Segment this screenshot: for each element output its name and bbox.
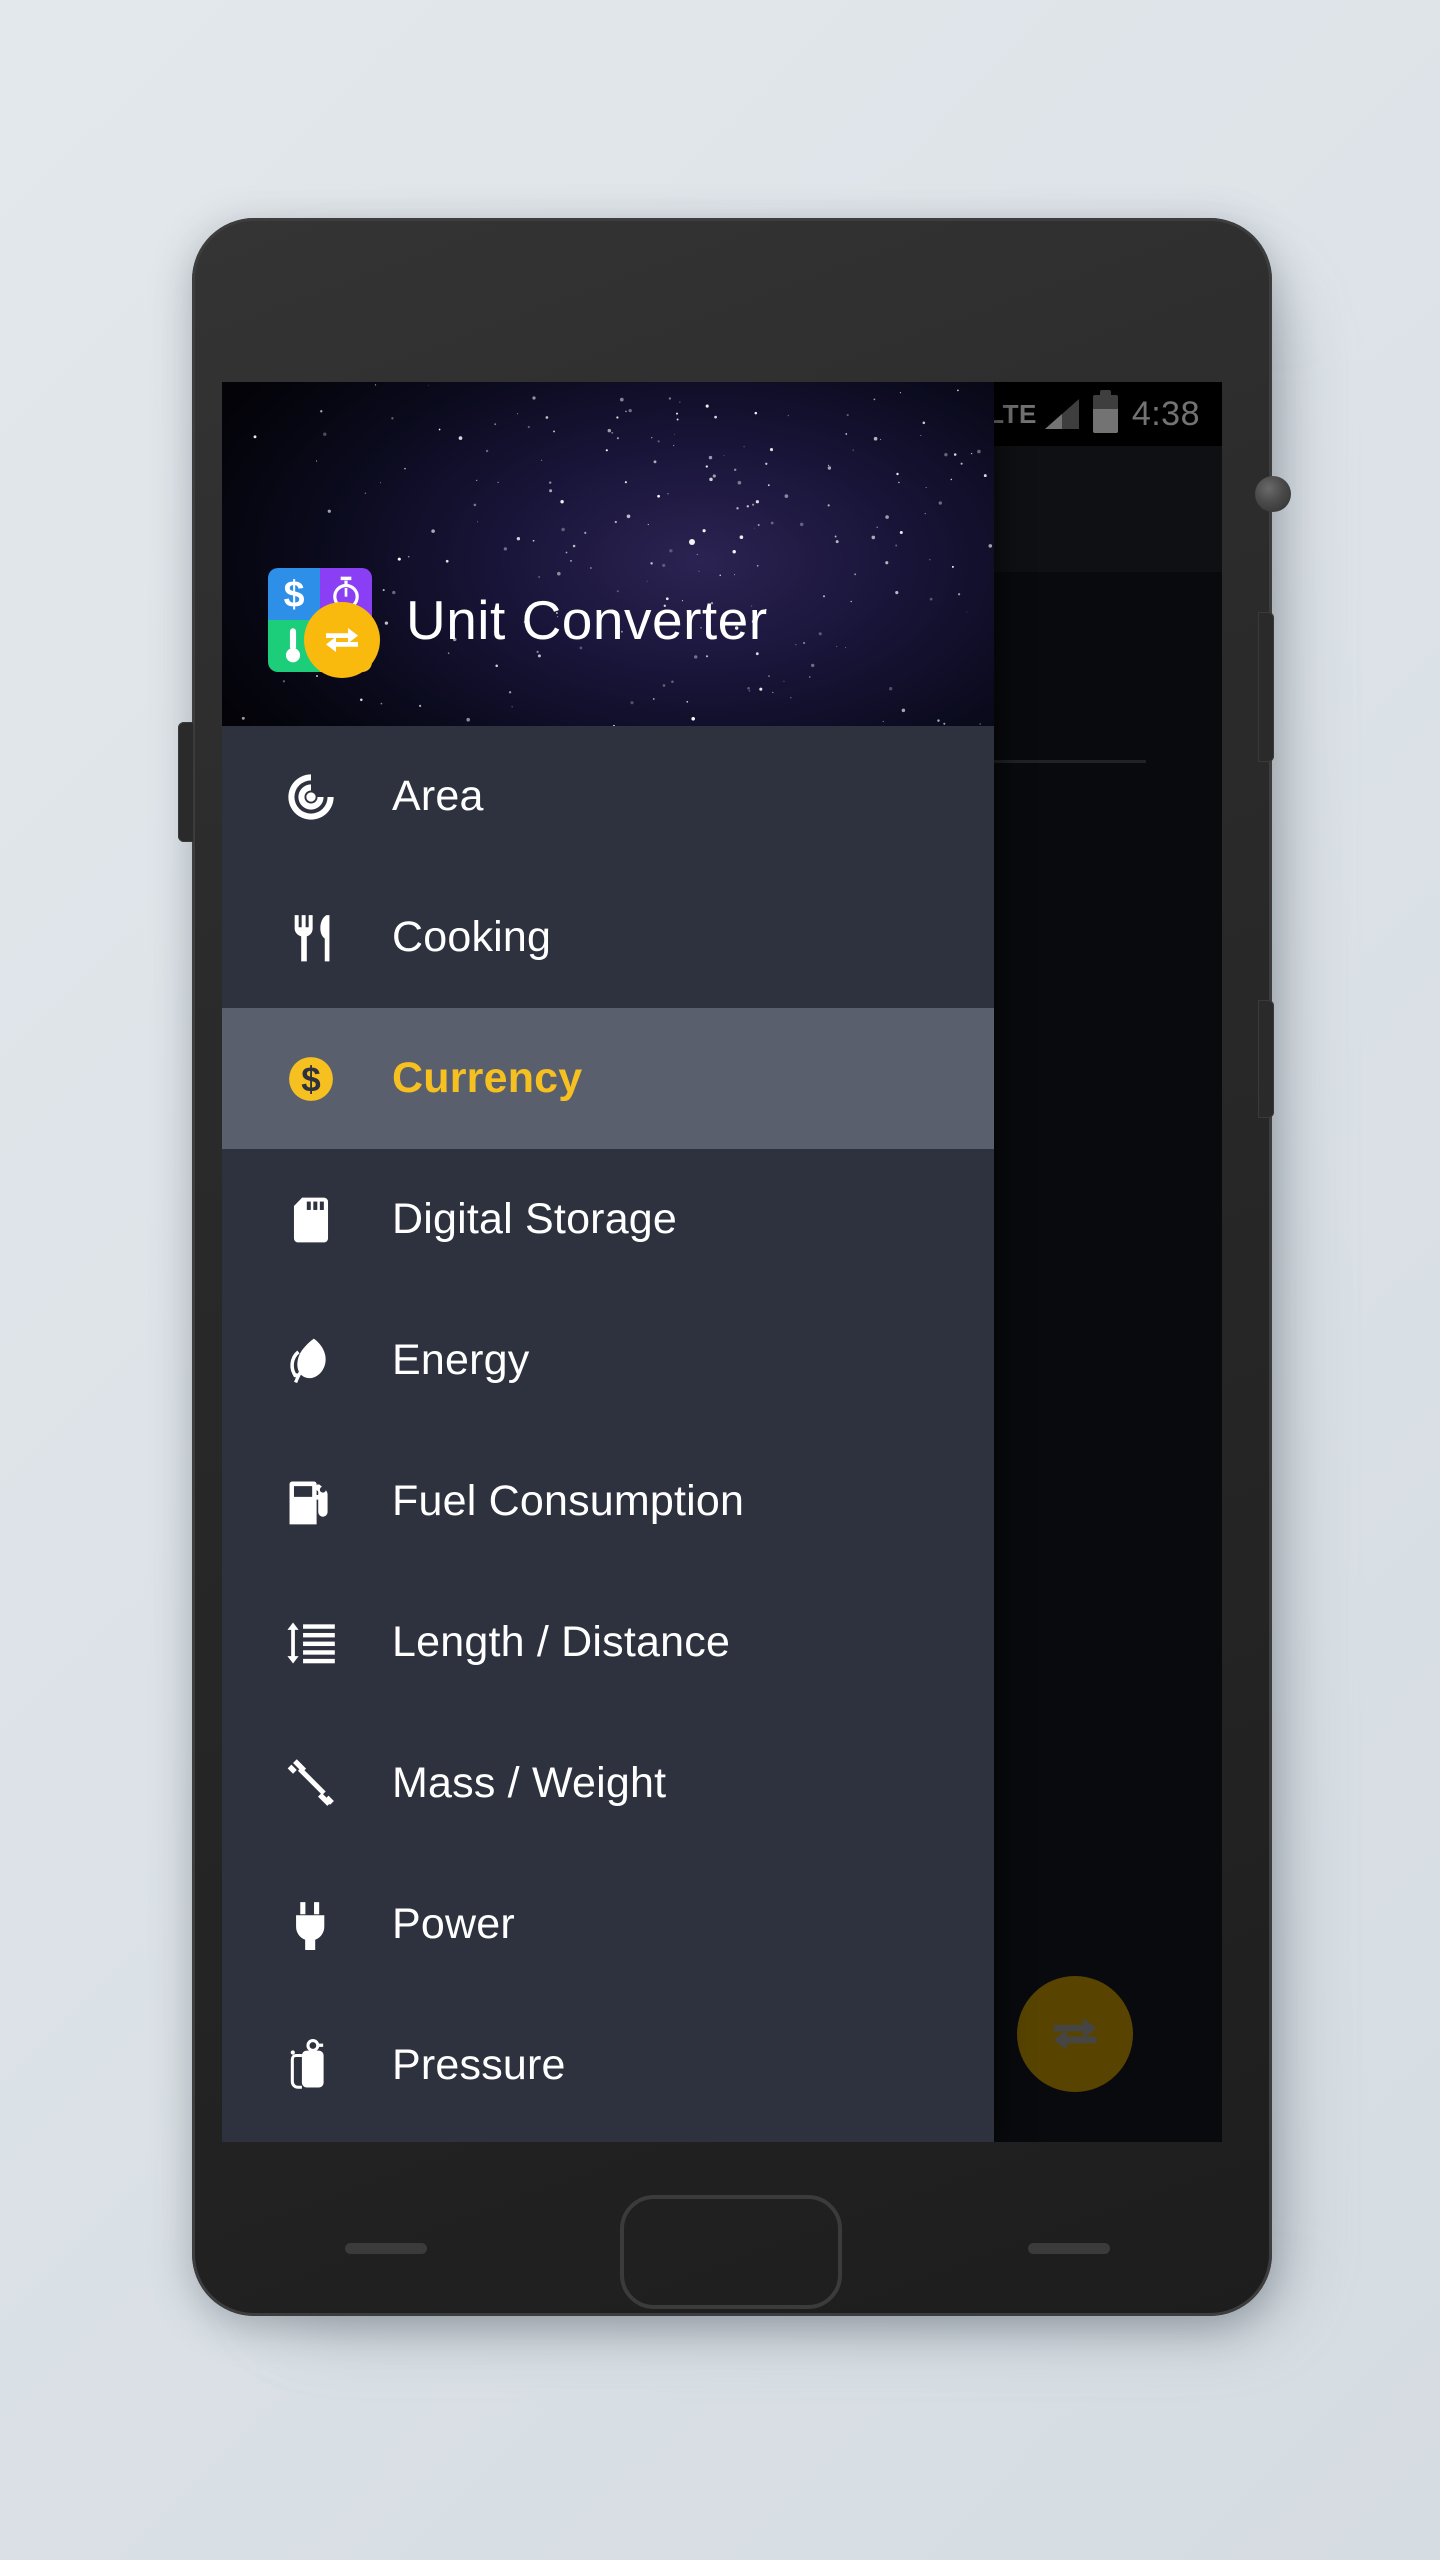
drawer-menu-list: Area Cooking $ Currency Digital Storage Energ… xyxy=(222,726,994,2142)
drawer-item-fuel-consumption[interactable]: Fuel Consumption xyxy=(222,1431,994,1572)
phone-screen: LTE 4:38 011 DollarDollarundealLevDollar… xyxy=(222,382,1222,2142)
unit-converter-logo: $ xyxy=(268,568,380,678)
gas-cylinder-icon xyxy=(268,2038,354,2094)
drawer-item-label: Energy xyxy=(392,1336,530,1384)
drawer-item-length-distance[interactable]: Length / Distance xyxy=(222,1572,994,1713)
drawer-item-digital-storage[interactable]: Digital Storage xyxy=(222,1149,994,1290)
drawer-item-power[interactable]: Power xyxy=(222,1854,994,1995)
drawer-item-label: Power xyxy=(392,1900,515,1948)
drawer-item-label: Pressure xyxy=(392,2041,566,2089)
power-plug-icon xyxy=(268,1897,354,1953)
drawer-item-mass-weight[interactable]: Mass / Weight xyxy=(222,1713,994,1854)
front-camera xyxy=(1255,476,1291,512)
drawer-item-area[interactable]: Area xyxy=(222,726,994,867)
drawer-item-label: Mass / Weight xyxy=(392,1759,667,1807)
navigation-drawer: $ Unit Converter Area Cooking $ Currency… xyxy=(222,382,994,2142)
sd-card-icon xyxy=(268,1192,354,1248)
volume-button[interactable] xyxy=(178,722,194,842)
alert-slider-button[interactable] xyxy=(1258,1000,1274,1118)
drawer-item-cooking[interactable]: Cooking xyxy=(222,867,994,1008)
drawer-header: $ Unit Converter xyxy=(222,382,994,726)
drawer-item-energy[interactable]: Energy xyxy=(222,1290,994,1431)
fuel-pump-icon xyxy=(268,1474,354,1530)
svg-text:$: $ xyxy=(301,1060,320,1099)
dollar-coin-icon: $ xyxy=(268,1051,354,1107)
swap-horizontal-icon xyxy=(326,628,358,652)
home-button[interactable] xyxy=(620,2195,842,2309)
radar-target-icon xyxy=(268,769,354,825)
logo-swap-circle xyxy=(304,602,380,678)
drawer-item-label: Area xyxy=(392,772,484,820)
svg-text:$: $ xyxy=(284,574,305,614)
line-spacing-icon xyxy=(268,1615,354,1671)
app-title: Unit Converter xyxy=(406,589,768,651)
thermometer-icon xyxy=(285,628,301,663)
fork-knife-icon xyxy=(268,910,354,966)
drawer-item-label: Length / Distance xyxy=(392,1618,731,1666)
back-button[interactable] xyxy=(345,2243,427,2254)
drawer-item-label: Digital Storage xyxy=(392,1195,678,1243)
drawer-item-label: Cooking xyxy=(392,913,552,961)
dumbbell-icon xyxy=(268,1756,354,1812)
drawer-item-currency[interactable]: $ Currency xyxy=(222,1008,994,1149)
eco-leaf-icon xyxy=(268,1333,354,1389)
drawer-item-pressure[interactable]: Pressure xyxy=(222,1995,994,2136)
power-button[interactable] xyxy=(1258,612,1274,762)
drawer-brand: $ Unit Converter xyxy=(268,568,768,678)
recents-button[interactable] xyxy=(1028,2243,1110,2254)
dollar-sign-icon: $ xyxy=(284,574,305,614)
drawer-item-label: Currency xyxy=(392,1054,583,1102)
drawer-item-speed[interactable]: Speed xyxy=(222,2136,994,2142)
drawer-item-label: Fuel Consumption xyxy=(392,1477,745,1525)
